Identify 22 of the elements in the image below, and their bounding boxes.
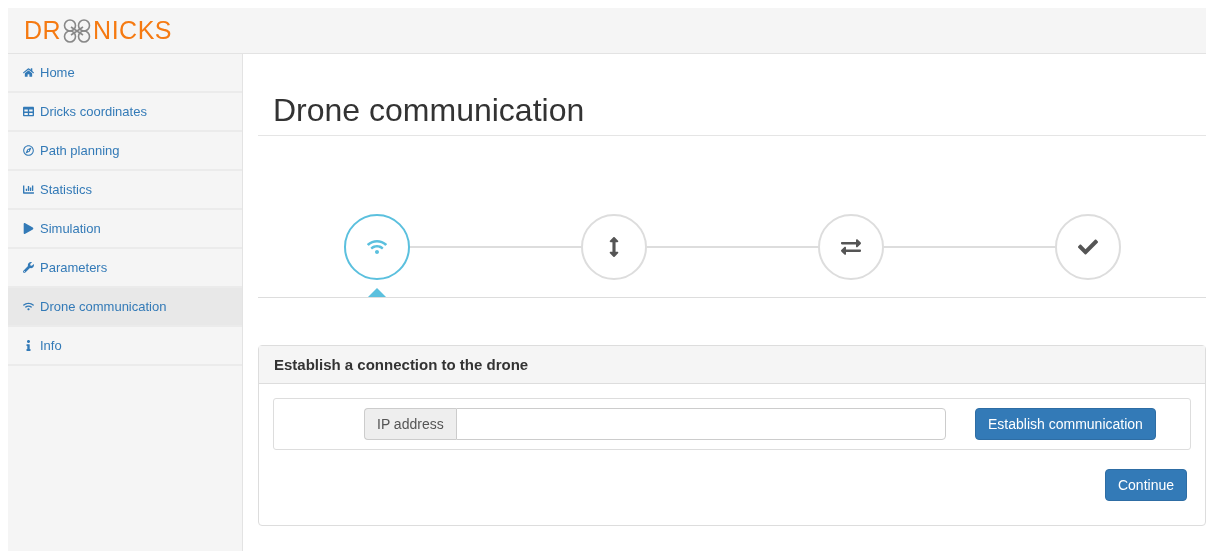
home-icon bbox=[23, 67, 34, 78]
brand-text: NICKS bbox=[93, 16, 172, 45]
compass-icon bbox=[23, 145, 34, 156]
sidebar-item[interactable]: Drone communication bbox=[8, 288, 242, 327]
exchange-arrows-icon bbox=[840, 237, 861, 257]
drone-icon bbox=[62, 18, 93, 43]
bar-chart-icon bbox=[23, 184, 34, 195]
page-title: Drone communication bbox=[273, 92, 586, 129]
info-icon bbox=[23, 340, 34, 351]
wifi-icon bbox=[366, 237, 387, 257]
continue-button[interactable]: Continue bbox=[1104, 469, 1187, 501]
panel-title: Establish a connection to the drone bbox=[274, 356, 529, 373]
table-icon bbox=[23, 106, 34, 117]
ip-address-field[interactable] bbox=[455, 408, 946, 440]
ip-address-label: IP address bbox=[364, 408, 456, 440]
brand-text: DR bbox=[24, 16, 62, 45]
establish-communication-button[interactable]: Establish communication bbox=[975, 408, 1156, 440]
wrench-icon bbox=[23, 262, 34, 273]
wifi-icon bbox=[23, 301, 34, 312]
check-icon bbox=[1077, 237, 1098, 257]
play-icon bbox=[23, 223, 34, 234]
active-step-pointer bbox=[367, 288, 386, 297]
